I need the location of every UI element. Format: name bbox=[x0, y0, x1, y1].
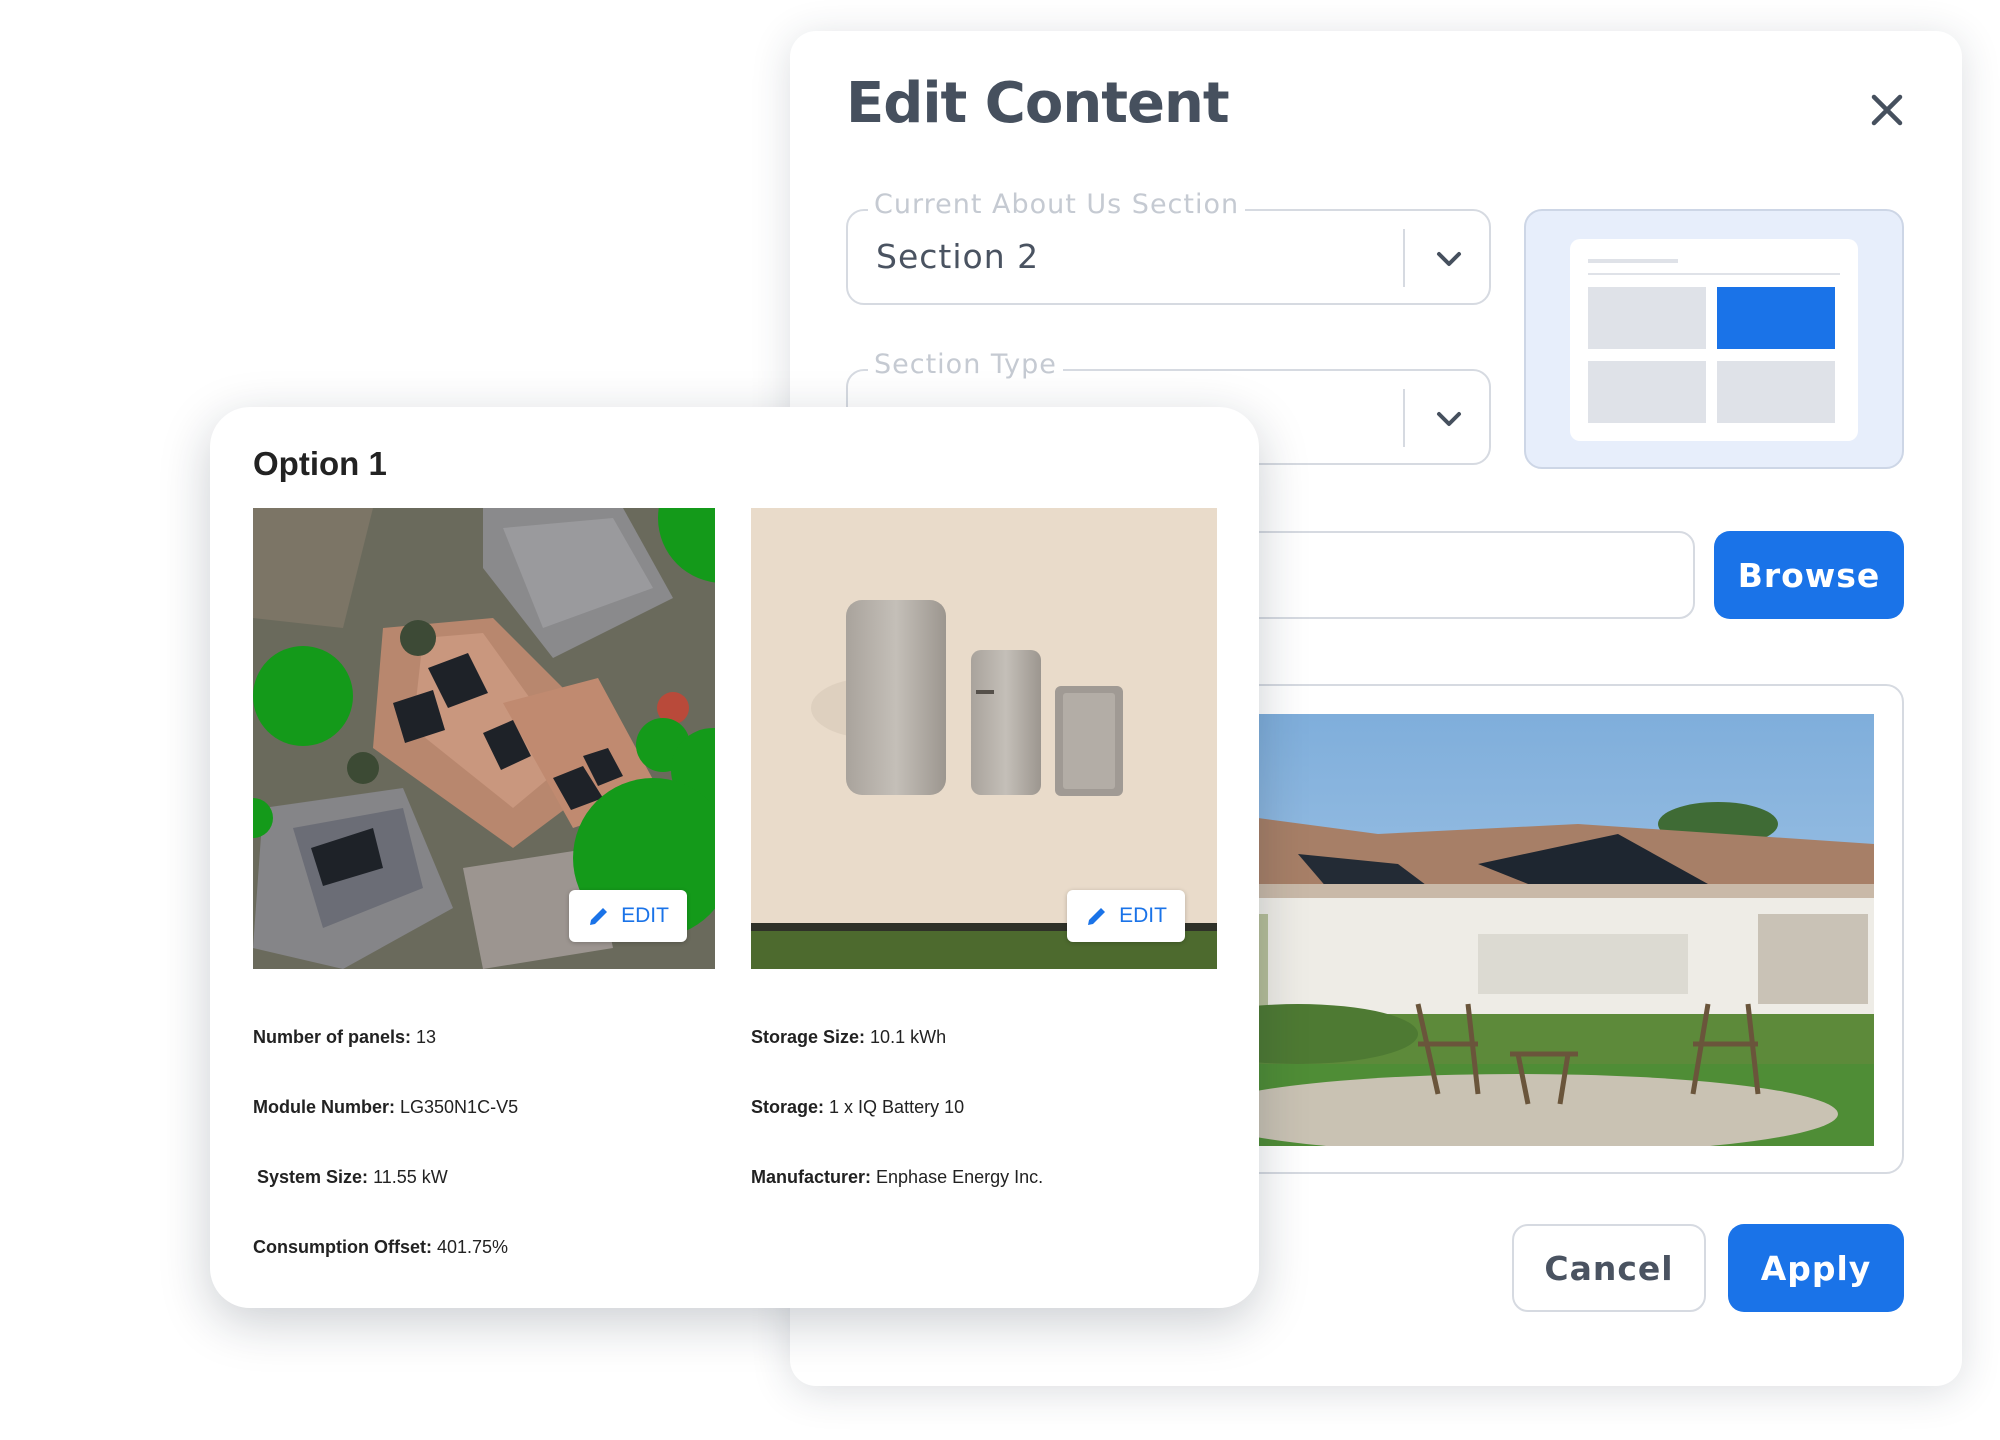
spec-label: Module Number: bbox=[253, 1097, 395, 1117]
chevron-down-icon[interactable] bbox=[1431, 241, 1467, 277]
layout-preview-thumbnail[interactable] bbox=[1524, 209, 1904, 469]
edit-aerial-button[interactable]: EDIT bbox=[569, 890, 687, 942]
apply-button[interactable]: Apply bbox=[1728, 1224, 1904, 1312]
preview-block bbox=[1588, 361, 1706, 423]
spec-label: Number of panels: bbox=[253, 1027, 412, 1047]
spec-system-size: System Size: 11.55 kW bbox=[257, 1167, 448, 1188]
option-card: Option 1 EDIT EDIT Number of panels: 13 … bbox=[210, 407, 1259, 1308]
spec-label: Manufacturer: bbox=[751, 1167, 872, 1187]
edit-battery-button[interactable]: EDIT bbox=[1067, 890, 1185, 942]
current-section-label: Current About Us Section bbox=[868, 189, 1246, 220]
spec-consumption-offset: Consumption Offset: 401.75% bbox=[253, 1237, 508, 1258]
edit-label: EDIT bbox=[1119, 904, 1167, 927]
spec-value: LG350N1C-V5 bbox=[400, 1097, 519, 1117]
spec-module-number: Module Number: LG350N1C-V5 bbox=[253, 1097, 518, 1118]
pencil-icon bbox=[590, 908, 608, 925]
spec-storage: Storage: 1 x IQ Battery 10 bbox=[751, 1097, 964, 1118]
spec-label: Storage Size: bbox=[751, 1027, 866, 1047]
select-divider bbox=[1403, 389, 1405, 447]
close-icon bbox=[1871, 94, 1903, 126]
preview-block bbox=[1717, 361, 1835, 423]
layout-preview-card bbox=[1570, 239, 1858, 441]
pencil-icon bbox=[1088, 908, 1106, 925]
cancel-button[interactable]: Cancel bbox=[1512, 1224, 1706, 1312]
modal-title: Edit Content bbox=[846, 71, 1230, 136]
battery-product-image: EDIT bbox=[751, 508, 1217, 969]
current-section-select[interactable]: Current About Us Section Section 2 bbox=[846, 189, 1491, 305]
spec-number-of-panels: Number of panels: 13 bbox=[253, 1027, 436, 1048]
spec-value: 401.75% bbox=[437, 1237, 509, 1257]
spec-label: System Size: bbox=[257, 1167, 369, 1187]
edit-label: EDIT bbox=[621, 904, 669, 927]
browse-button[interactable]: Browse bbox=[1714, 531, 1904, 619]
spec-value: 10.1 kWh bbox=[870, 1027, 947, 1047]
spec-value: 11.55 kW bbox=[373, 1167, 448, 1187]
spec-value: 1 x IQ Battery 10 bbox=[829, 1097, 965, 1117]
select-divider bbox=[1403, 229, 1405, 287]
spec-value: Enphase Energy Inc. bbox=[876, 1167, 1044, 1187]
aerial-roof-image: EDIT bbox=[253, 508, 715, 969]
spec-manufacturer: Manufacturer: Enphase Energy Inc. bbox=[751, 1167, 1043, 1188]
current-section-value: Section 2 bbox=[876, 237, 1040, 276]
preview-heading-line bbox=[1588, 259, 1678, 263]
spec-label: Consumption Offset: bbox=[253, 1237, 432, 1257]
section-type-label: Section Type bbox=[868, 349, 1063, 380]
close-button[interactable] bbox=[1860, 83, 1914, 137]
spec-storage-size: Storage Size: 10.1 kWh bbox=[751, 1027, 946, 1048]
spec-value: 13 bbox=[416, 1027, 437, 1047]
preview-block-selected bbox=[1717, 287, 1835, 349]
spec-label: Storage: bbox=[751, 1097, 825, 1117]
preview-rule-line bbox=[1588, 273, 1840, 275]
option-title: Option 1 bbox=[253, 445, 387, 482]
preview-block bbox=[1588, 287, 1706, 349]
chevron-down-icon[interactable] bbox=[1431, 401, 1467, 437]
